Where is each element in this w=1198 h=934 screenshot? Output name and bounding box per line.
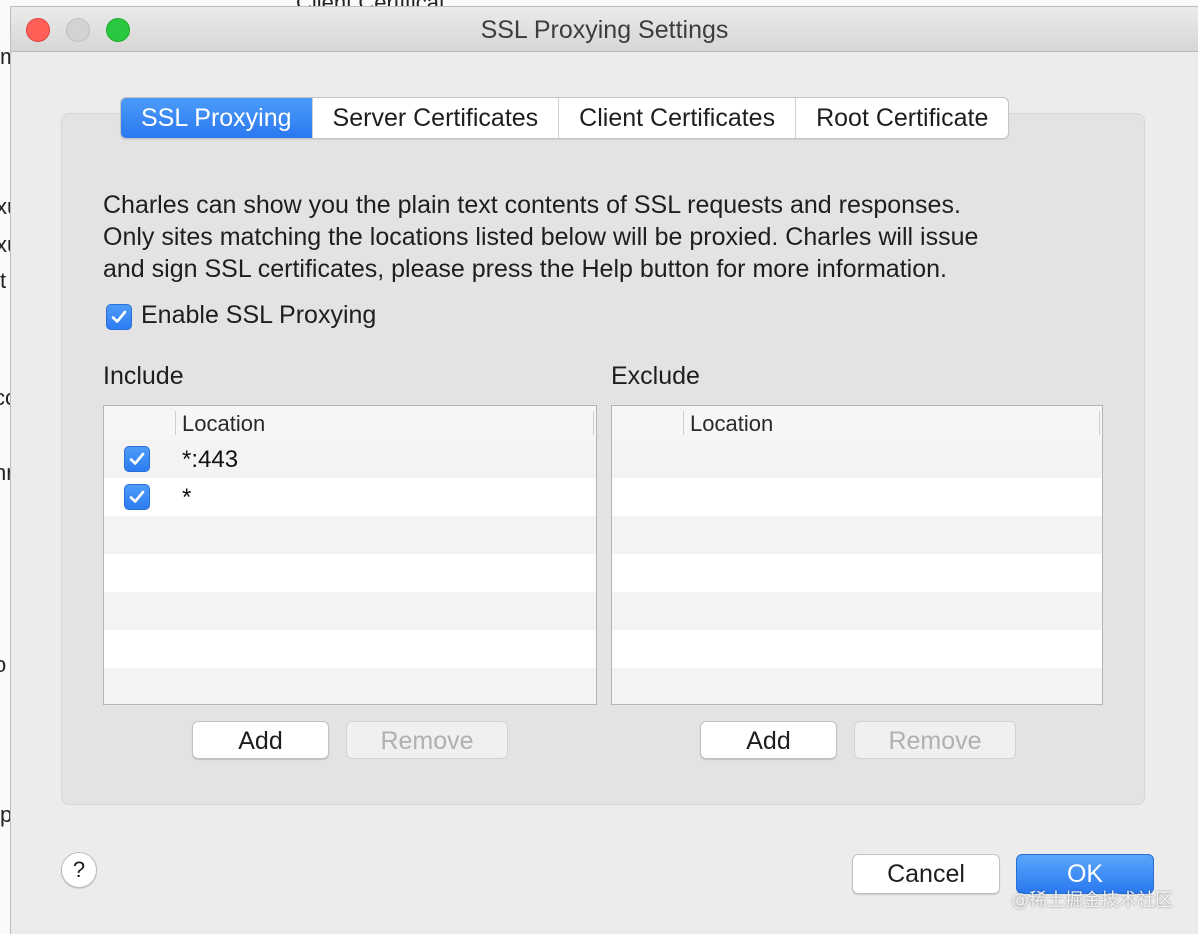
description-text: Charles can show you the plain text cont… — [103, 189, 1103, 285]
include-label: Include — [103, 362, 184, 390]
empty-row — [612, 630, 1102, 668]
include-remove-button[interactable]: Remove — [346, 721, 508, 759]
table-row[interactable]: *:443 — [104, 440, 596, 478]
background-text: t — [0, 268, 7, 293]
exclude-add-button[interactable]: Add — [700, 721, 837, 759]
empty-row — [104, 630, 596, 668]
checkmark-icon — [129, 452, 145, 465]
include-table-header: Location — [104, 406, 596, 441]
include-table[interactable]: Location *:443 * — [103, 405, 597, 705]
empty-row — [104, 668, 596, 704]
empty-row — [612, 516, 1102, 554]
tab-ssl-proxying[interactable]: SSL Proxying — [121, 98, 313, 138]
checkmark-icon — [129, 490, 145, 503]
empty-row — [612, 668, 1102, 704]
tab-bar: SSL Proxying Server Certificates Client … — [120, 97, 1010, 139]
exclude-location-column-header[interactable]: Location — [690, 411, 773, 437]
tab-server-certificates[interactable]: Server Certificates — [313, 98, 560, 138]
tab-client-certificates[interactable]: Client Certificates — [559, 98, 797, 138]
include-row-checkbox[interactable] — [124, 484, 150, 510]
empty-row — [612, 440, 1102, 478]
empty-row — [612, 478, 1102, 516]
enable-ssl-proxying-label[interactable]: Enable SSL Proxying — [141, 301, 376, 330]
include-row-checkbox[interactable] — [124, 446, 150, 472]
background-text: o — [0, 652, 7, 677]
description-line: Charles can show you the plain text cont… — [103, 191, 961, 219]
exclude-label: Exclude — [611, 362, 700, 390]
column-divider — [683, 411, 684, 435]
include-row-location: * — [182, 484, 192, 511]
watermark-text: @稀土掘金技术社区 — [1011, 890, 1173, 911]
help-button[interactable]: ? — [61, 852, 97, 888]
include-add-button[interactable]: Add — [192, 721, 329, 759]
column-divider — [593, 411, 594, 435]
checkmark-icon — [111, 310, 127, 323]
exclude-table-header: Location — [612, 406, 1102, 441]
tab-root-certificate[interactable]: Root Certificate — [796, 98, 1008, 138]
exclude-table[interactable]: Location — [611, 405, 1103, 705]
enable-ssl-proxying-checkbox[interactable] — [106, 304, 132, 330]
empty-row — [104, 554, 596, 592]
description-line: Only sites matching the locations listed… — [103, 223, 979, 251]
cancel-button[interactable]: Cancel — [852, 854, 1000, 894]
column-divider — [175, 411, 176, 435]
exclude-remove-button[interactable]: Remove — [854, 721, 1016, 759]
empty-row — [104, 592, 596, 630]
window-title: SSL Proxying Settings — [480, 16, 729, 44]
title-bar: SSL Proxying Settings — [11, 7, 1198, 52]
include-location-column-header[interactable]: Location — [182, 411, 265, 437]
empty-row — [612, 592, 1102, 630]
include-row-location: *:443 — [182, 446, 239, 473]
description-line: and sign SSL certificates, please press … — [103, 255, 947, 283]
empty-row — [612, 554, 1102, 592]
empty-row — [104, 516, 596, 554]
ssl-proxying-settings-dialog: SSL Proxying Settings SSL Proxying Serve… — [10, 6, 1198, 934]
column-divider — [1099, 411, 1100, 435]
table-row[interactable]: * — [104, 478, 596, 516]
